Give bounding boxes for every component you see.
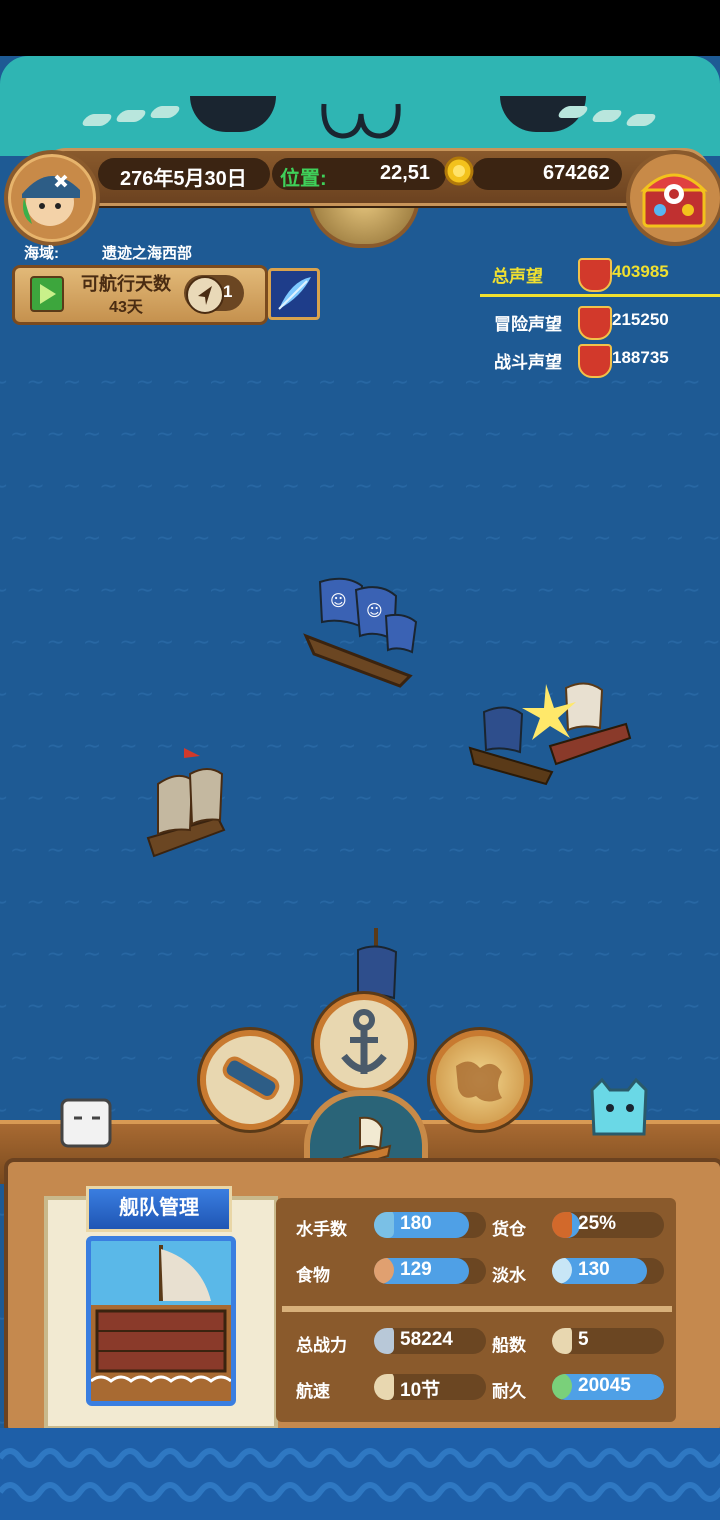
- battle-reputation-label: 战斗声望: [494, 353, 562, 372]
- gold-value: 674262: [543, 162, 610, 184]
- adventure-reputation-value: 215250: [612, 310, 669, 329]
- battle-shield-icon: [578, 344, 612, 378]
- compass-icon: [186, 276, 224, 314]
- sail-ship-icon: [374, 1374, 394, 1400]
- battle-reputation-value: 188735: [612, 348, 669, 367]
- cargo-bar: 25%: [552, 1212, 664, 1238]
- crate-icon: [552, 1212, 572, 1238]
- fleet-management-title[interactable]: 舰队管理: [86, 1186, 232, 1232]
- durability-value: 20045: [578, 1375, 631, 1396]
- ocean-wave: ∼∼∼∼∼∼∼∼∼∼∼∼∼∼∼∼∼∼∼∼∼∼∼∼∼∼∼∼∼∼: [10, 526, 720, 551]
- sailors-bar: 180: [374, 1212, 486, 1238]
- adventure-reputation-label: 冒险声望: [494, 315, 562, 334]
- ocean-wave: ∼∼∼∼∼∼∼∼∼∼∼∼∼∼∼∼∼∼∼∼∼∼∼∼∼∼∼∼∼∼: [0, 890, 720, 915]
- anchor-button[interactable]: [314, 994, 414, 1094]
- ocean-wave: ∼∼∼∼∼∼∼∼∼∼∼∼∼∼∼∼∼∼∼∼∼∼∼∼∼∼∼∼∼∼: [0, 370, 720, 395]
- reputation-divider: [480, 294, 720, 297]
- ocean-wave: ∼∼∼∼∼∼∼∼∼∼∼∼∼∼∼∼∼∼∼∼∼∼∼∼∼∼∼∼∼∼: [0, 474, 720, 499]
- white-cube-mascot-icon: [60, 1098, 112, 1148]
- small-ship-icon: [552, 1328, 572, 1354]
- ships-label: 船数: [492, 1336, 526, 1355]
- telescope-button[interactable]: [200, 1030, 300, 1130]
- water-value: 130: [578, 1259, 610, 1280]
- power-bar: 58224: [374, 1328, 486, 1354]
- play-button[interactable]: [30, 276, 64, 312]
- food-value: 129: [400, 1259, 432, 1280]
- svg-text:☺: ☺: [366, 601, 383, 620]
- sailors-label: 水手数: [296, 1220, 347, 1239]
- feather-button[interactable]: [268, 268, 320, 320]
- cargo-label: 货仓: [492, 1220, 526, 1239]
- flagship-interior-icon[interactable]: [86, 1236, 236, 1406]
- map-icon: [456, 1061, 502, 1102]
- skull-swords-icon: [374, 1328, 394, 1354]
- water-bar: 130: [552, 1258, 664, 1284]
- sailors-value: 180: [400, 1213, 432, 1234]
- speed-bar: 10节: [374, 1374, 486, 1400]
- cargo-value: 25%: [578, 1213, 617, 1234]
- total-reputation-label: 总声望: [492, 267, 543, 286]
- food-label: 食物: [296, 1266, 330, 1285]
- player-avatar[interactable]: [4, 150, 100, 246]
- sea-name: 遗迹之海西部: [102, 245, 193, 262]
- water-label: 淡水: [492, 1266, 526, 1285]
- food-bar: 129: [374, 1258, 486, 1284]
- durability-bar: 20045: [552, 1374, 664, 1400]
- cat-mouth-icon: [321, 103, 401, 139]
- power-value: 58224: [400, 1329, 453, 1350]
- stats-divider: [282, 1306, 672, 1312]
- world-map-button[interactable]: [430, 1030, 530, 1130]
- speed-label: 航速: [296, 1382, 330, 1401]
- ocean-wave: ∼∼∼∼∼∼∼∼∼∼∼∼∼∼∼∼∼∼∼∼∼∼∼∼∼∼∼∼∼∼: [10, 838, 720, 863]
- sea-label: 海域:: [24, 245, 59, 262]
- bottom-waves: [0, 1428, 720, 1520]
- feather-icon: [278, 277, 311, 310]
- position-label: 位置:: [280, 168, 327, 190]
- player-fleet-ship-icon[interactable]: ☺ ☺: [300, 556, 424, 692]
- shield-icon: [578, 258, 612, 292]
- total-reputation-value: 403985: [612, 262, 669, 281]
- anchor-icon: [341, 1009, 387, 1074]
- sailor-icon: [374, 1212, 394, 1238]
- svg-text:☺: ☺: [330, 591, 347, 610]
- adventure-shield-icon: [578, 306, 612, 340]
- merchant-ship-icon[interactable]: [144, 744, 248, 862]
- sailing-days-value: 43天: [109, 299, 143, 316]
- telescope-icon: [222, 1056, 280, 1100]
- treasure-chest-icon: [640, 173, 708, 228]
- coin-icon: [444, 156, 474, 186]
- ships-value: 5: [578, 1329, 589, 1350]
- date-text: 276年5月30日: [120, 168, 247, 190]
- ocean-wave: ∼∼∼∼∼∼∼∼∼∼∼∼∼∼∼∼∼∼∼∼∼∼∼∼∼∼∼∼∼∼: [10, 422, 720, 447]
- speed-value: 10节: [400, 1380, 441, 1400]
- teal-cat-mascot-icon: [590, 1077, 648, 1136]
- treasure-chest-button[interactable]: [626, 150, 720, 246]
- ships-bar: 5: [552, 1328, 664, 1354]
- power-label: 总战力: [296, 1336, 347, 1355]
- durability-label: 耐久: [492, 1382, 526, 1401]
- position-value: 22,51: [380, 162, 431, 184]
- compass-count: 1: [223, 282, 233, 301]
- avatar-pirate-icon: [22, 174, 80, 226]
- battle-ships-icon[interactable]: [466, 668, 642, 792]
